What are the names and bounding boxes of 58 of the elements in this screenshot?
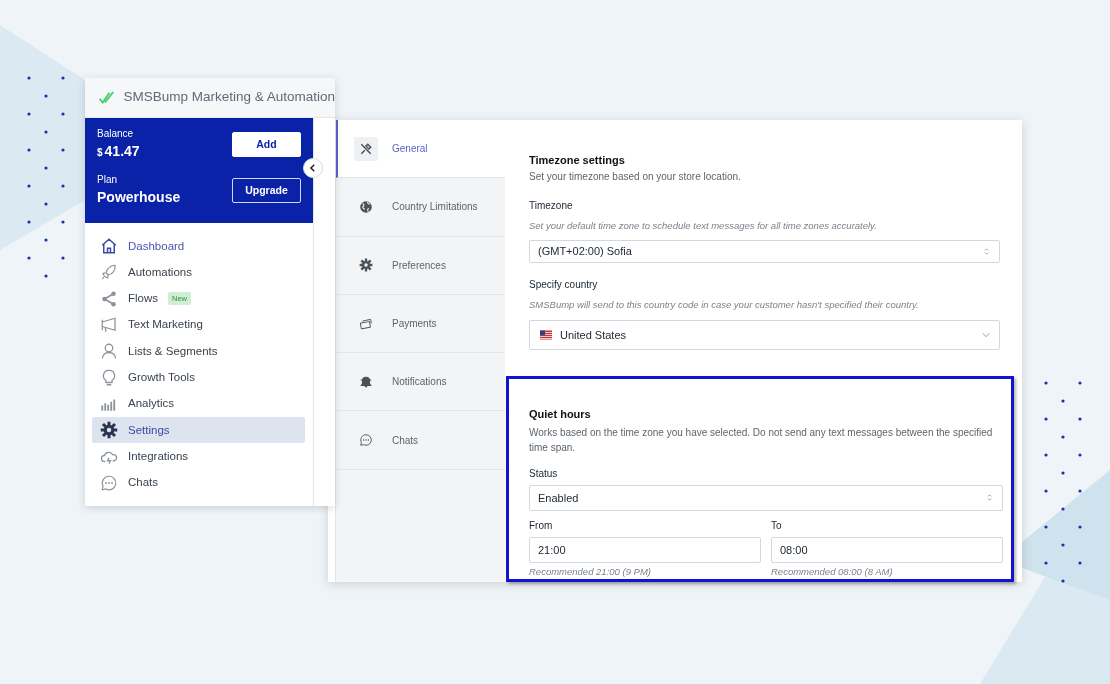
settings-tab[interactable]: General <box>336 120 505 179</box>
collapse-button[interactable] <box>303 158 323 178</box>
bell-icon <box>359 374 373 389</box>
field-hint: Set your default time zone to schedule text messages for all time zones accurately. <box>529 218 878 233</box>
field-label: From <box>529 518 554 533</box>
section-description: Works based on the time zone you have selected. Do not send any text messages between the specified time span. <box>529 425 994 455</box>
sort-arrows-icon <box>985 493 994 503</box>
sidebar-item[interactable]: Chats <box>92 469 305 496</box>
field-label: Status <box>529 466 559 481</box>
balance-amount: $41.47 <box>97 142 140 161</box>
field-label: Timezone <box>529 198 574 213</box>
us-flag-icon <box>538 328 554 341</box>
sidebar-item[interactable]: Analytics <box>92 390 305 418</box>
gear-icon <box>359 258 373 273</box>
sidebar-item[interactable]: Automations <box>92 259 305 286</box>
field-label: Specify country <box>529 278 599 293</box>
sidebar-item[interactable]: Growth Tools <box>92 364 305 391</box>
share-icon <box>100 289 118 308</box>
field-label: To <box>771 518 783 533</box>
add-button[interactable]: Add <box>232 132 301 157</box>
country-select[interactable]: United States <box>529 319 1000 351</box>
from-time-input[interactable]: 21:00 <box>529 536 761 563</box>
field-hint: Recommended 08:00 (8 AM) <box>771 564 894 579</box>
sidebar-item[interactable]: Text Marketing <box>92 311 305 339</box>
app-title: SMSBump Marketing & Automation <box>123 88 335 107</box>
credit-cards-icon <box>359 316 373 331</box>
plan-name: Powerhouse <box>97 188 181 207</box>
section-title: Timezone settings <box>529 153 626 168</box>
balance-label: Balance <box>97 127 135 141</box>
megaphone-icon <box>100 316 118 335</box>
plan-label: Plan <box>97 173 118 187</box>
tools-icon <box>359 141 373 156</box>
chat-bubble-icon <box>359 433 373 448</box>
section-description: Set your timezone based on your store location. <box>529 169 742 184</box>
section-title: Quiet hours <box>529 407 592 423</box>
to-time-input[interactable]: 08:00 <box>771 536 1003 563</box>
sidebar-item[interactable]: Settings <box>92 417 305 444</box>
settings-icon <box>100 421 118 440</box>
person-icon <box>100 342 118 361</box>
sidebar-item[interactable]: Integrations <box>92 443 305 470</box>
settings-tab[interactable]: Preferences <box>336 236 505 295</box>
field-hint: SMSBump will send to this country code in case your customer hasn't specified their country. <box>529 298 920 313</box>
sort-arrows-icon <box>982 247 991 256</box>
chat-bubble-icon <box>100 473 118 492</box>
field-hint: Recommended 21:00 (9 PM) <box>529 564 652 579</box>
settings-tab[interactable]: Payments <box>336 294 505 354</box>
rocket-icon <box>100 263 118 282</box>
sidebar-item[interactable]: Dashboard <box>92 233 305 260</box>
settings-tab[interactable]: Country Limitations <box>336 178 505 237</box>
lightbulb-icon <box>100 368 118 387</box>
globe-icon <box>359 199 373 214</box>
timezone-select[interactable]: (GMT+02:00) Sofia <box>529 239 1000 264</box>
settings-tab[interactable]: Notifications <box>336 353 505 412</box>
home-icon <box>100 237 118 256</box>
upgrade-button[interactable]: Upgrade <box>232 178 301 203</box>
sidebar-item[interactable]: Lists & Segments <box>92 338 305 365</box>
status-select[interactable]: Enabled <box>529 484 1003 511</box>
settings-tab[interactable]: Chats <box>336 411 505 470</box>
